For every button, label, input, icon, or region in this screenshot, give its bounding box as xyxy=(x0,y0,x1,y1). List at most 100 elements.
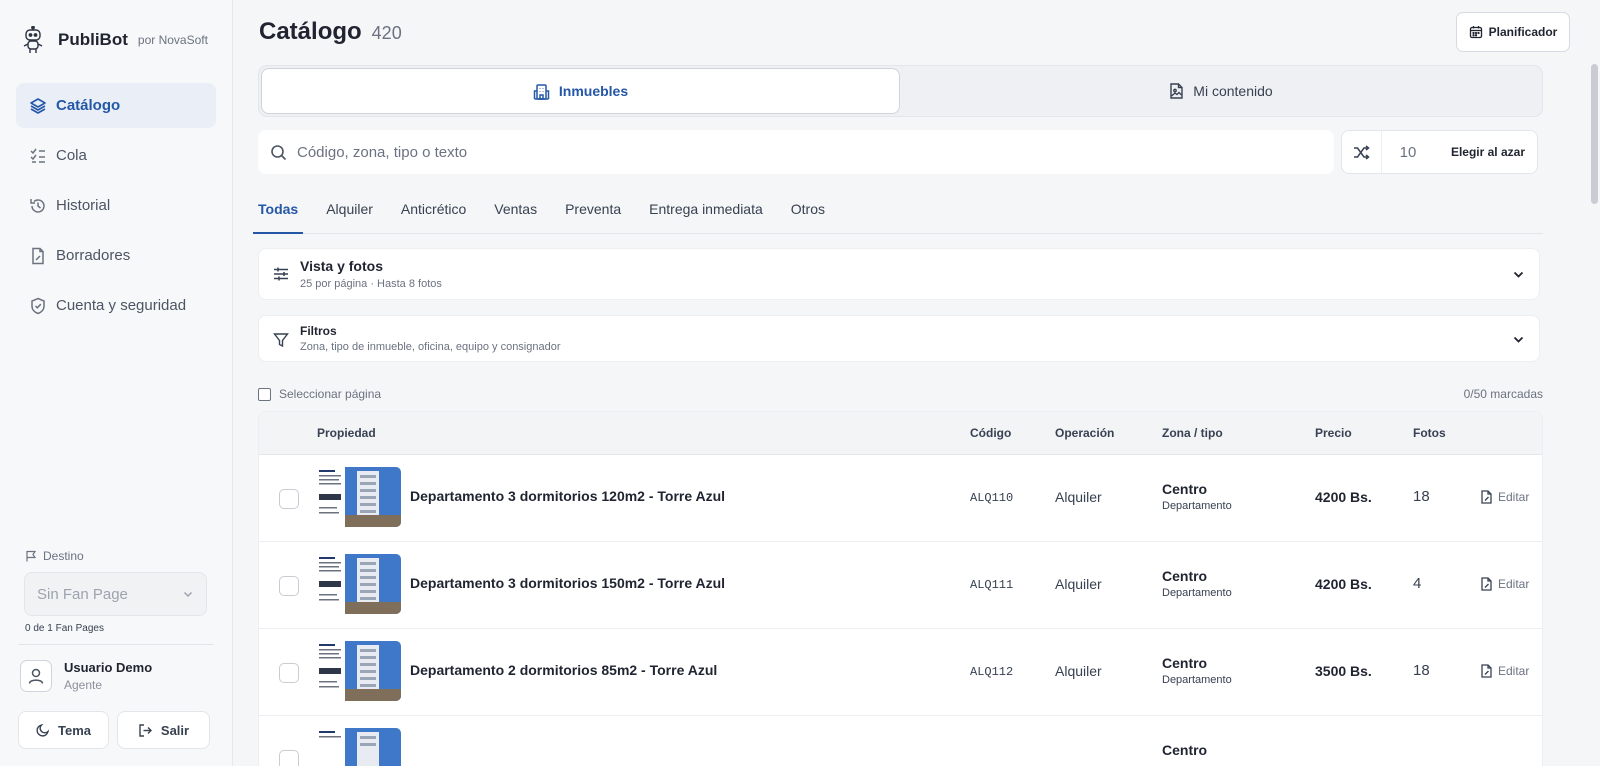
theme-button[interactable]: Tema xyxy=(18,711,109,749)
tab-entrega-inmediata[interactable]: Entrega inmediata xyxy=(644,198,768,234)
sidebar-item-label: Cola xyxy=(56,147,87,164)
moon-icon xyxy=(36,723,50,737)
chevron-down-icon xyxy=(1513,271,1524,278)
property-price: 3500 Bs. xyxy=(1315,663,1372,679)
select-page[interactable]: Seleccionar página xyxy=(258,387,381,401)
header-operation: Operación xyxy=(1055,426,1115,440)
tab-anticretico[interactable]: Anticrético xyxy=(396,198,471,234)
user-name: Usuario Demo xyxy=(64,660,153,675)
select-page-checkbox[interactable] xyxy=(258,387,271,401)
sidebar-item-catalogo[interactable]: Catálogo xyxy=(16,83,216,128)
property-price: 4200 Bs. xyxy=(1315,489,1372,505)
property-code: ALQ110 xyxy=(970,491,1014,505)
row-checkbox[interactable] xyxy=(279,663,299,683)
building-icon xyxy=(533,83,550,100)
property-code: ALQ112 xyxy=(970,665,1014,679)
edit-button[interactable]: Editar xyxy=(1480,490,1529,504)
page-title: Catálogo 420 xyxy=(259,18,402,46)
content-toggle: Inmuebles Mi contenido xyxy=(258,65,1543,117)
property-title[interactable]: Departamento 3 dormitorios 120m2 - Torre… xyxy=(410,488,725,504)
property-thumbnail xyxy=(317,728,401,766)
toggle-mi-contenido[interactable]: Mi contenido xyxy=(902,68,1540,114)
property-thumbnail xyxy=(317,467,401,527)
filters-panel[interactable]: Filtros Zona, tipo de inmueble, oficina,… xyxy=(258,315,1540,362)
shuffle-icon[interactable] xyxy=(1342,131,1382,173)
fanpage-select[interactable]: Sin Fan Page xyxy=(24,572,207,616)
tab-alquiler[interactable]: Alquiler xyxy=(321,198,378,234)
checklist-icon xyxy=(28,146,48,166)
fanpage-count: 0 de 1 Fan Pages xyxy=(25,623,104,634)
user-role: Agente xyxy=(64,678,103,692)
destination-label: Destino xyxy=(25,549,84,563)
sidebar-item-borradores[interactable]: Borradores xyxy=(16,233,216,278)
table-row[interactable]: Centro xyxy=(259,716,1542,766)
property-operation: Alquiler xyxy=(1055,489,1102,505)
history-icon xyxy=(28,196,48,216)
header-code: Código xyxy=(970,426,1012,440)
sidebar-item-label: Borradores xyxy=(56,247,131,264)
sliders-icon xyxy=(274,267,288,281)
scrollbar[interactable] xyxy=(1591,64,1598,204)
search-icon xyxy=(271,144,287,160)
random-picker: 10 Elegir al azar xyxy=(1341,130,1538,174)
tab-ventas[interactable]: Ventas xyxy=(489,198,542,234)
brand-subtitle: por NovaSoft xyxy=(137,33,208,47)
sidebar-item-label: Cuenta y seguridad xyxy=(56,297,187,314)
table-row[interactable]: Departamento 2 dormitorios 85m2 - Torre … xyxy=(259,629,1542,716)
fanpage-select-value: Sin Fan Page xyxy=(37,585,128,603)
property-zone: Centro xyxy=(1162,742,1208,758)
toggle-inmuebles[interactable]: Inmuebles xyxy=(261,68,900,114)
row-checkbox[interactable] xyxy=(279,576,299,596)
property-operation: Alquiler xyxy=(1055,663,1102,679)
calendar-icon xyxy=(1469,26,1482,39)
tab-preventa[interactable]: Preventa xyxy=(560,198,626,234)
sidebar-nav: Catálogo Cola Historial Borradores Cuent… xyxy=(16,83,216,333)
row-checkbox[interactable] xyxy=(279,489,299,509)
planner-button[interactable]: Planificador xyxy=(1456,12,1570,52)
properties-table: Propiedad Código Operación Zona / tipo P… xyxy=(258,411,1543,766)
avatar xyxy=(20,660,52,692)
property-photos: 18 xyxy=(1413,662,1430,679)
logout-button[interactable]: Salir xyxy=(117,711,210,749)
edit-button[interactable]: Editar xyxy=(1480,577,1529,591)
property-type: Departamento xyxy=(1162,500,1232,512)
header-property: Propiedad xyxy=(317,426,376,440)
shield-icon xyxy=(28,296,48,316)
table-header: Propiedad Código Operación Zona / tipo P… xyxy=(259,412,1542,455)
property-zone: Centro xyxy=(1162,481,1208,497)
property-title[interactable]: Departamento 3 dormitorios 150m2 - Torre… xyxy=(410,575,725,591)
property-title[interactable]: Departamento 2 dormitorios 85m2 - Torre … xyxy=(410,662,717,678)
row-checkbox[interactable] xyxy=(279,750,299,766)
sidebar-item-cuenta[interactable]: Cuenta y seguridad xyxy=(16,283,216,328)
user-card: Usuario Demo Agente xyxy=(20,660,152,692)
main-content: Catálogo 420 Planificador Inmuebles Mi c… xyxy=(233,0,1600,766)
header-price: Precio xyxy=(1315,426,1352,440)
property-photos: 18 xyxy=(1413,488,1430,505)
sidebar: PubliBot por NovaSoft Catálogo Cola Hist… xyxy=(0,0,233,766)
sidebar-item-cola[interactable]: Cola xyxy=(16,133,216,178)
table-row[interactable]: Departamento 3 dormitorios 120m2 - Torre… xyxy=(259,455,1542,542)
tab-otros[interactable]: Otros xyxy=(786,198,830,234)
view-options-panel[interactable]: Vista y fotos 25 por página · Hasta 8 fo… xyxy=(258,248,1540,300)
robot-logo-icon xyxy=(23,26,43,53)
file-image-icon xyxy=(1170,83,1183,99)
random-pick-button[interactable]: Elegir al azar xyxy=(1434,145,1537,159)
property-photos: 4 xyxy=(1413,575,1422,592)
tab-todas[interactable]: Todas xyxy=(253,198,304,234)
table-row[interactable]: Departamento 3 dormitorios 150m2 - Torre… xyxy=(259,542,1542,629)
operation-tabs: Todas Alquiler Anticrético Ventas Preven… xyxy=(253,198,1543,234)
view-options-title: Vista y fotos xyxy=(300,258,383,274)
chevron-down-icon xyxy=(1513,336,1524,343)
property-thumbnail xyxy=(317,641,401,701)
property-price: 4200 Bs. xyxy=(1315,576,1372,592)
search-box xyxy=(258,130,1334,174)
chevron-down-icon xyxy=(183,591,193,598)
flag-icon xyxy=(26,550,37,562)
draft-icon xyxy=(28,246,48,266)
sidebar-item-historial[interactable]: Historial xyxy=(16,183,216,228)
search-input[interactable] xyxy=(297,143,1197,161)
random-count-input[interactable]: 10 xyxy=(1382,144,1434,161)
edit-button[interactable]: Editar xyxy=(1480,664,1529,678)
property-thumbnail xyxy=(317,554,401,614)
property-operation: Alquiler xyxy=(1055,576,1102,592)
